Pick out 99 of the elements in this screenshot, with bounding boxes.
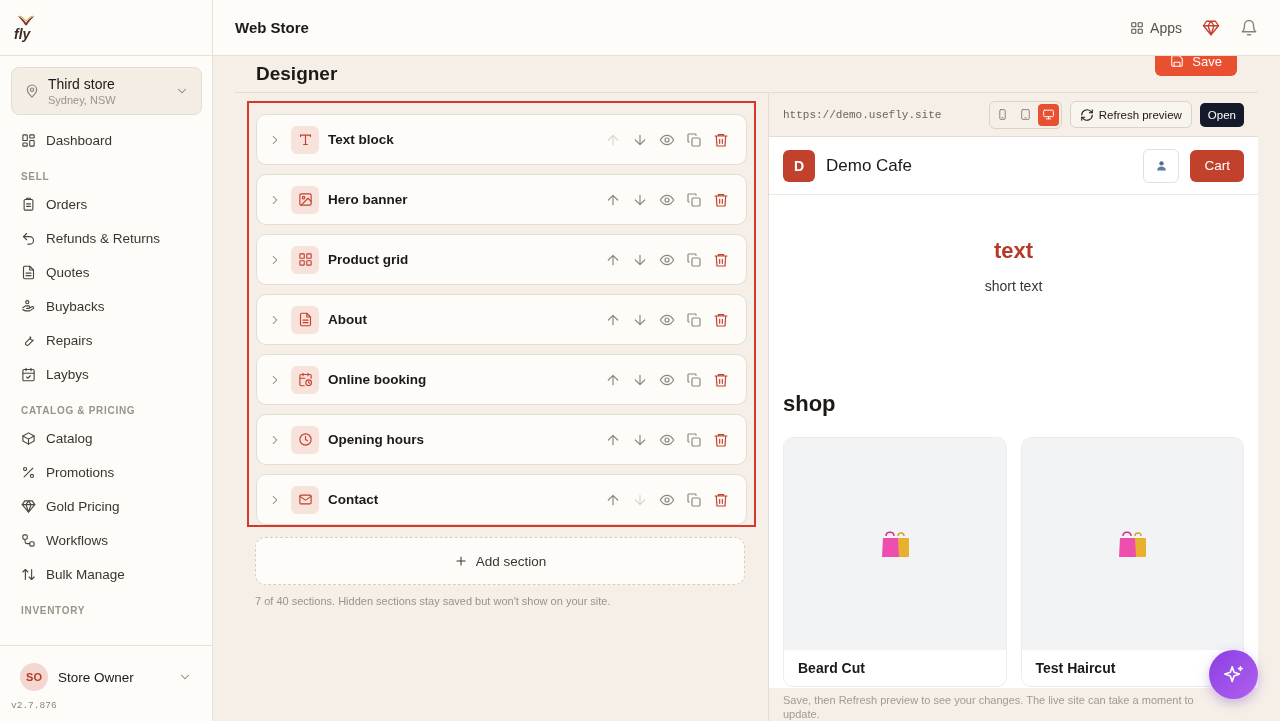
delete-icon[interactable] xyxy=(713,431,729,448)
avatar: SO xyxy=(20,663,48,691)
nav-item[interactable]: Promotions xyxy=(0,455,212,489)
nav-item[interactable]: Quotes xyxy=(0,255,212,289)
section-card[interactable]: Opening hours xyxy=(256,414,747,465)
monitor-icon xyxy=(1041,108,1055,121)
nav-item[interactable]: Workflows xyxy=(0,523,212,557)
section-card[interactable]: Contact xyxy=(256,474,747,525)
nav-item[interactable]: Orders xyxy=(0,187,212,221)
product-name: Test Haircut xyxy=(1035,660,1116,676)
delete-icon[interactable] xyxy=(713,131,729,148)
product-card[interactable]: Beard Cut xyxy=(783,437,1007,687)
sections-note: 7 of 40 sections. Hidden sections stay saved but won't show on your site. xyxy=(255,595,612,607)
section-heading: Designer xyxy=(256,63,338,85)
person-icon xyxy=(1155,159,1168,172)
delete-icon[interactable] xyxy=(713,371,729,388)
nav-item[interactable]: Bulk Manage xyxy=(0,557,212,591)
monitor-view-button[interactable] xyxy=(1037,103,1059,126)
nav-heading: SELL xyxy=(20,170,51,184)
open-button[interactable]: Open xyxy=(1199,102,1244,127)
delete-icon[interactable] xyxy=(713,191,729,208)
section-card[interactable]: Product grid xyxy=(256,234,747,285)
fly-logo: fly xyxy=(14,14,36,41)
section-card[interactable]: Online booking xyxy=(256,354,747,405)
section-card[interactable]: Text block xyxy=(256,114,747,165)
plus-icon xyxy=(453,554,468,568)
image-icon xyxy=(297,192,313,207)
shop-heading: shop xyxy=(782,390,837,418)
nav-item[interactable]: Laybys xyxy=(0,357,212,391)
nav-item[interactable]: Catalog xyxy=(0,421,212,455)
section-title: About xyxy=(328,312,368,327)
shopping-bags-icon xyxy=(1116,529,1149,559)
document-icon xyxy=(21,264,36,280)
nav-item[interactable]: Dashboard xyxy=(0,123,212,157)
refresh-preview-button[interactable]: Refresh preview xyxy=(1069,101,1192,128)
dashboard-icon xyxy=(21,132,36,148)
apps-button[interactable]: Apps xyxy=(1130,19,1182,36)
duplicate-icon[interactable] xyxy=(686,491,702,508)
percent-icon xyxy=(21,464,36,480)
nav-item[interactable]: Repairs xyxy=(0,323,212,357)
calendar-check-icon xyxy=(21,366,36,382)
text-icon xyxy=(297,132,313,147)
section-title: Product grid xyxy=(328,252,410,267)
store-location: Sydney, NSW xyxy=(48,94,117,106)
duplicate-icon[interactable] xyxy=(686,371,702,388)
delete-icon[interactable] xyxy=(713,311,729,328)
refresh-icon xyxy=(1079,107,1094,122)
add-section-button[interactable]: Add section xyxy=(255,537,745,585)
version-label: v2.7.876 xyxy=(10,700,58,713)
user-menu[interactable]: SO Store Owner xyxy=(20,663,192,691)
hero-subtitle: short text xyxy=(984,278,1043,294)
section-title: Contact xyxy=(328,492,380,507)
workflow-icon xyxy=(21,532,36,548)
store-name: Third store xyxy=(48,76,116,92)
cart-button[interactable]: Cart xyxy=(1190,149,1244,182)
clock-icon xyxy=(297,432,313,447)
duplicate-icon[interactable] xyxy=(686,431,702,448)
return-arrow-icon xyxy=(21,230,36,246)
section-title: Hero banner xyxy=(328,192,409,207)
mail-icon xyxy=(297,492,313,507)
document-icon xyxy=(297,312,313,327)
duplicate-icon[interactable] xyxy=(686,311,702,328)
account-button[interactable] xyxy=(1143,148,1180,183)
grid-icon xyxy=(297,252,313,267)
section-title: Online booking xyxy=(328,372,428,387)
duplicate-icon[interactable] xyxy=(686,251,702,268)
store-switcher[interactable]: Third store Sydney, NSW xyxy=(11,67,202,115)
calendar-clock-icon xyxy=(297,372,313,387)
diamond-icon[interactable] xyxy=(1202,18,1220,37)
product-name: Beard Cut xyxy=(798,660,865,676)
save-button[interactable]: Save xyxy=(1155,56,1237,76)
product-card[interactable]: Test Haircut xyxy=(1020,437,1244,687)
diamond-icon xyxy=(21,498,36,514)
grid-icon xyxy=(1130,20,1145,35)
up-down-arrows-icon xyxy=(21,566,36,582)
notifications-icon[interactable] xyxy=(1240,18,1258,37)
nav-heading: CATALOG & PRICING xyxy=(20,404,137,418)
location-pin-icon xyxy=(24,83,40,99)
nav-heading: INVENTORY xyxy=(20,604,87,618)
box-icon xyxy=(21,430,36,446)
hero-title: text xyxy=(993,238,1034,264)
section-card[interactable]: Hero banner xyxy=(256,174,747,225)
duplicate-icon[interactable] xyxy=(686,191,702,208)
preview-url: https://demo.usefly.site xyxy=(783,108,943,121)
delete-icon[interactable] xyxy=(713,251,729,268)
section-title: Text block xyxy=(328,132,395,147)
nav-item[interactable]: Gold Pricing xyxy=(0,489,212,523)
nav-item[interactable]: Refunds & Returns xyxy=(0,221,212,255)
user-name: Store Owner xyxy=(58,669,135,685)
nav-item[interactable]: Buybacks xyxy=(0,289,212,323)
delete-icon[interactable] xyxy=(713,491,729,508)
page-title: Web Store xyxy=(235,19,309,36)
tablet-icon xyxy=(1018,108,1032,121)
site-logo: D xyxy=(783,149,815,182)
duplicate-icon[interactable] xyxy=(686,131,702,148)
clipboard-icon xyxy=(21,196,36,212)
site-name: Demo Cafe xyxy=(826,155,913,176)
section-card[interactable]: About xyxy=(256,294,747,345)
section-title: Opening hours xyxy=(328,432,425,447)
